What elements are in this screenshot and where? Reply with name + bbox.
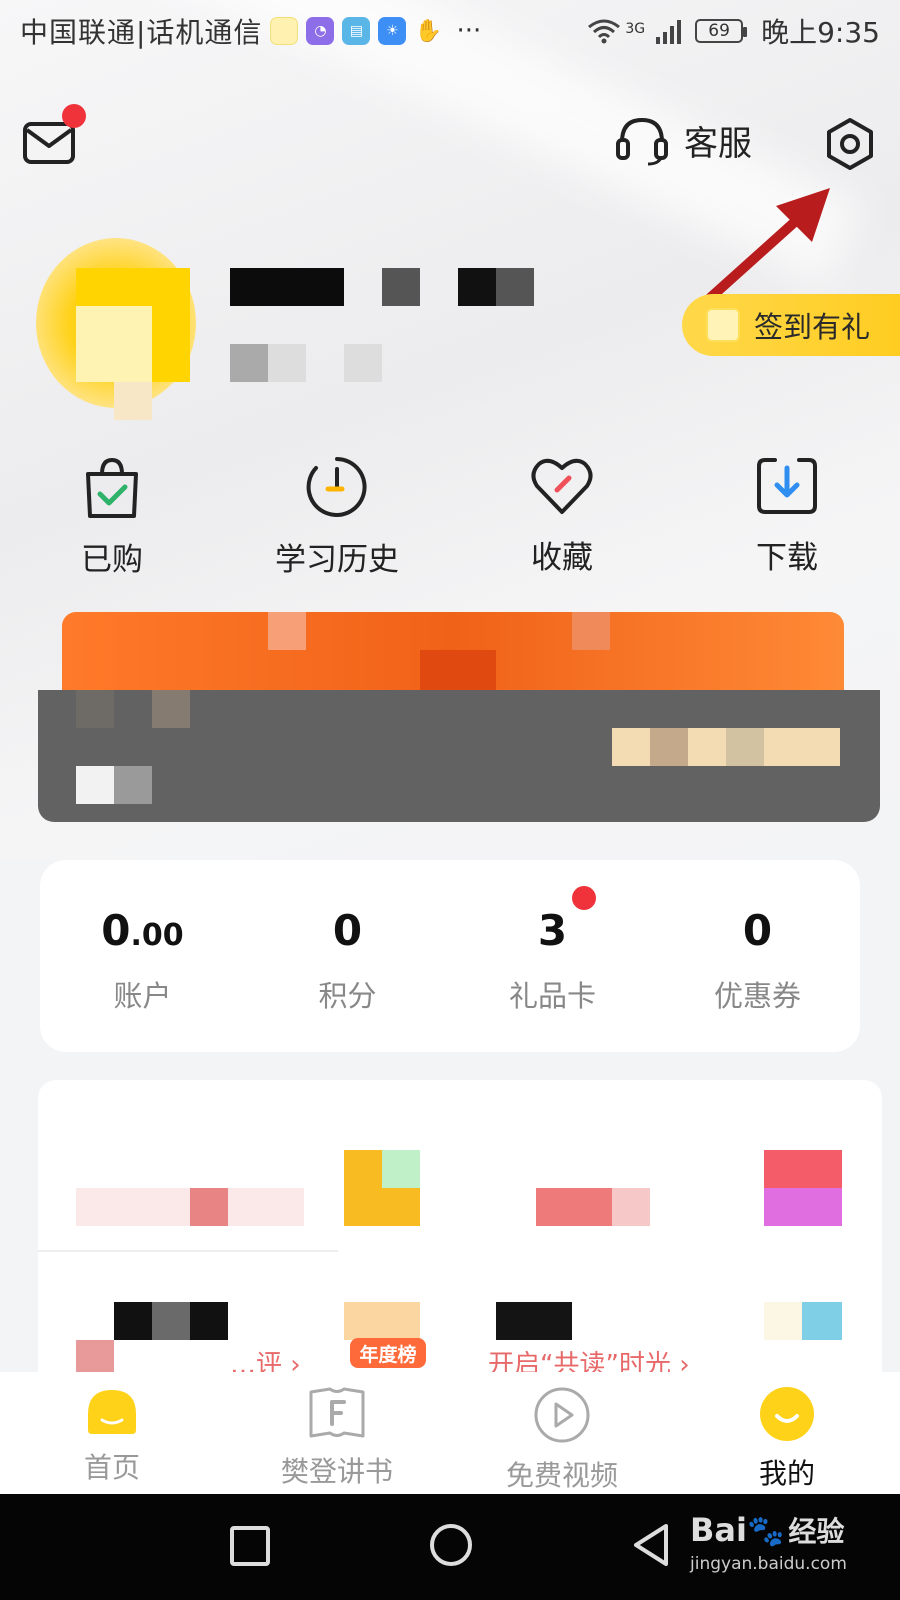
clock: 晚上9:35 <box>761 16 880 49</box>
status-right: 3G 69 晚上9:35 <box>587 11 880 51</box>
history-clock-icon <box>306 457 367 517</box>
quick-downloads[interactable]: 下载 <box>697 454 877 577</box>
profile-smile-icon <box>760 1387 814 1441</box>
customer-service-button[interactable]: 客服 <box>614 112 752 168</box>
tab-mine-label: 我的 <box>758 1457 815 1490</box>
signal-icon <box>656 20 682 44</box>
stat-account[interactable]: 0.00 账户 <box>40 906 245 1015</box>
stat-points-label: 积分 <box>318 979 377 1013</box>
heart-icon <box>531 458 593 514</box>
settings-gear-icon[interactable] <box>822 116 878 172</box>
tab-book-talk[interactable]: 樊登讲书 <box>247 1386 427 1490</box>
status-bar: 中国联通|话机通信 ◔ ▤ ☀ ✋ ··· 3G 69 晚上9:35 <box>0 0 900 62</box>
checkin-label: 签到有礼 <box>754 310 871 344</box>
annotation-arrow <box>705 188 830 303</box>
download-icon <box>757 458 817 514</box>
battery-indicator: 69 <box>695 19 748 43</box>
network-type: 3G <box>625 21 646 37</box>
stat-coupons-label: 优惠券 <box>713 979 801 1013</box>
bottom-tab-bar: 首页 樊登讲书 免费视频 我的 <box>0 1372 900 1494</box>
stat-coupons-value: 0 <box>742 906 773 955</box>
home-book-icon <box>88 1390 136 1434</box>
checkin-reward-button[interactable]: 签到有礼 <box>682 294 900 356</box>
notes-app-icon <box>270 17 299 45</box>
stat-gift-cards[interactable]: 3 礼品卡 <box>450 906 655 1015</box>
tab-home-label: 首页 <box>83 1451 140 1484</box>
gift-card-notification-dot <box>572 886 596 910</box>
quick-favorites-label: 收藏 <box>531 540 593 576</box>
stat-gift-cards-value: 3 <box>537 906 568 955</box>
status-app-icons: ◔ ▤ ☀ ✋ <box>270 17 442 45</box>
baidu-jingyan-watermark: Bai🐾 经验 <box>690 1511 845 1549</box>
back-triangle-icon[interactable] <box>630 1522 672 1568</box>
carrier-text: 中国联通|话机通信 <box>20 16 263 49</box>
calendar-check-icon <box>706 308 740 342</box>
promo-divider <box>38 1250 338 1252</box>
quick-history[interactable]: 学习历史 <box>247 454 427 579</box>
tab-book-talk-label: 樊登讲书 <box>280 1455 393 1488</box>
system-navigation-bar: Bai🐾 经验 jingyan.baidu.com <box>0 1494 900 1600</box>
stat-points-value: 0 <box>332 906 363 955</box>
customer-service-label: 客服 <box>684 123 752 164</box>
home-circle-icon[interactable] <box>428 1522 474 1568</box>
wifi-icon <box>588 19 621 44</box>
quick-downloads-label: 下载 <box>756 540 818 576</box>
stat-points[interactable]: 0 积分 <box>245 906 450 1015</box>
bulb-app-icon: ☀ <box>378 17 407 45</box>
mail-notification-dot <box>62 104 86 128</box>
stat-account-label: 账户 <box>113 979 172 1013</box>
tab-free-video-label: 免费视频 <box>505 1459 618 1492</box>
tab-home[interactable]: 首页 <box>22 1386 202 1486</box>
music-app-icon: ◔ <box>306 17 335 45</box>
book-f-icon <box>309 1387 365 1438</box>
tab-mine[interactable]: 我的 <box>697 1386 877 1492</box>
video-app-icon: ▤ <box>342 17 371 45</box>
watermark-url: jingyan.baidu.com <box>690 1554 847 1574</box>
play-circle-icon <box>534 1387 590 1443</box>
tab-free-video[interactable]: 免费视频 <box>472 1386 652 1494</box>
hand-app-icon: ✋ <box>414 18 443 44</box>
more-notifications-icon: ··· <box>456 16 482 46</box>
stat-account-value: 0.00 <box>101 906 184 955</box>
quick-history-label: 学习历史 <box>275 542 399 578</box>
shopping-bag-check-icon <box>86 457 138 518</box>
quick-purchased-label: 已购 <box>81 542 143 578</box>
quick-purchased[interactable]: 已购 <box>22 454 202 579</box>
recent-apps-icon[interactable] <box>228 1524 272 1568</box>
stat-gift-cards-label: 礼品卡 <box>508 979 596 1013</box>
quick-favorites[interactable]: 收藏 <box>472 454 652 577</box>
annual-ranking-badge: 年度榜 <box>350 1338 426 1368</box>
wallet-stats-card: 0.00 账户 0 积分 3 礼品卡 0 优惠券 <box>40 860 860 1052</box>
headset-icon <box>616 117 668 166</box>
stat-coupons[interactable]: 0 优惠券 <box>655 906 860 1015</box>
